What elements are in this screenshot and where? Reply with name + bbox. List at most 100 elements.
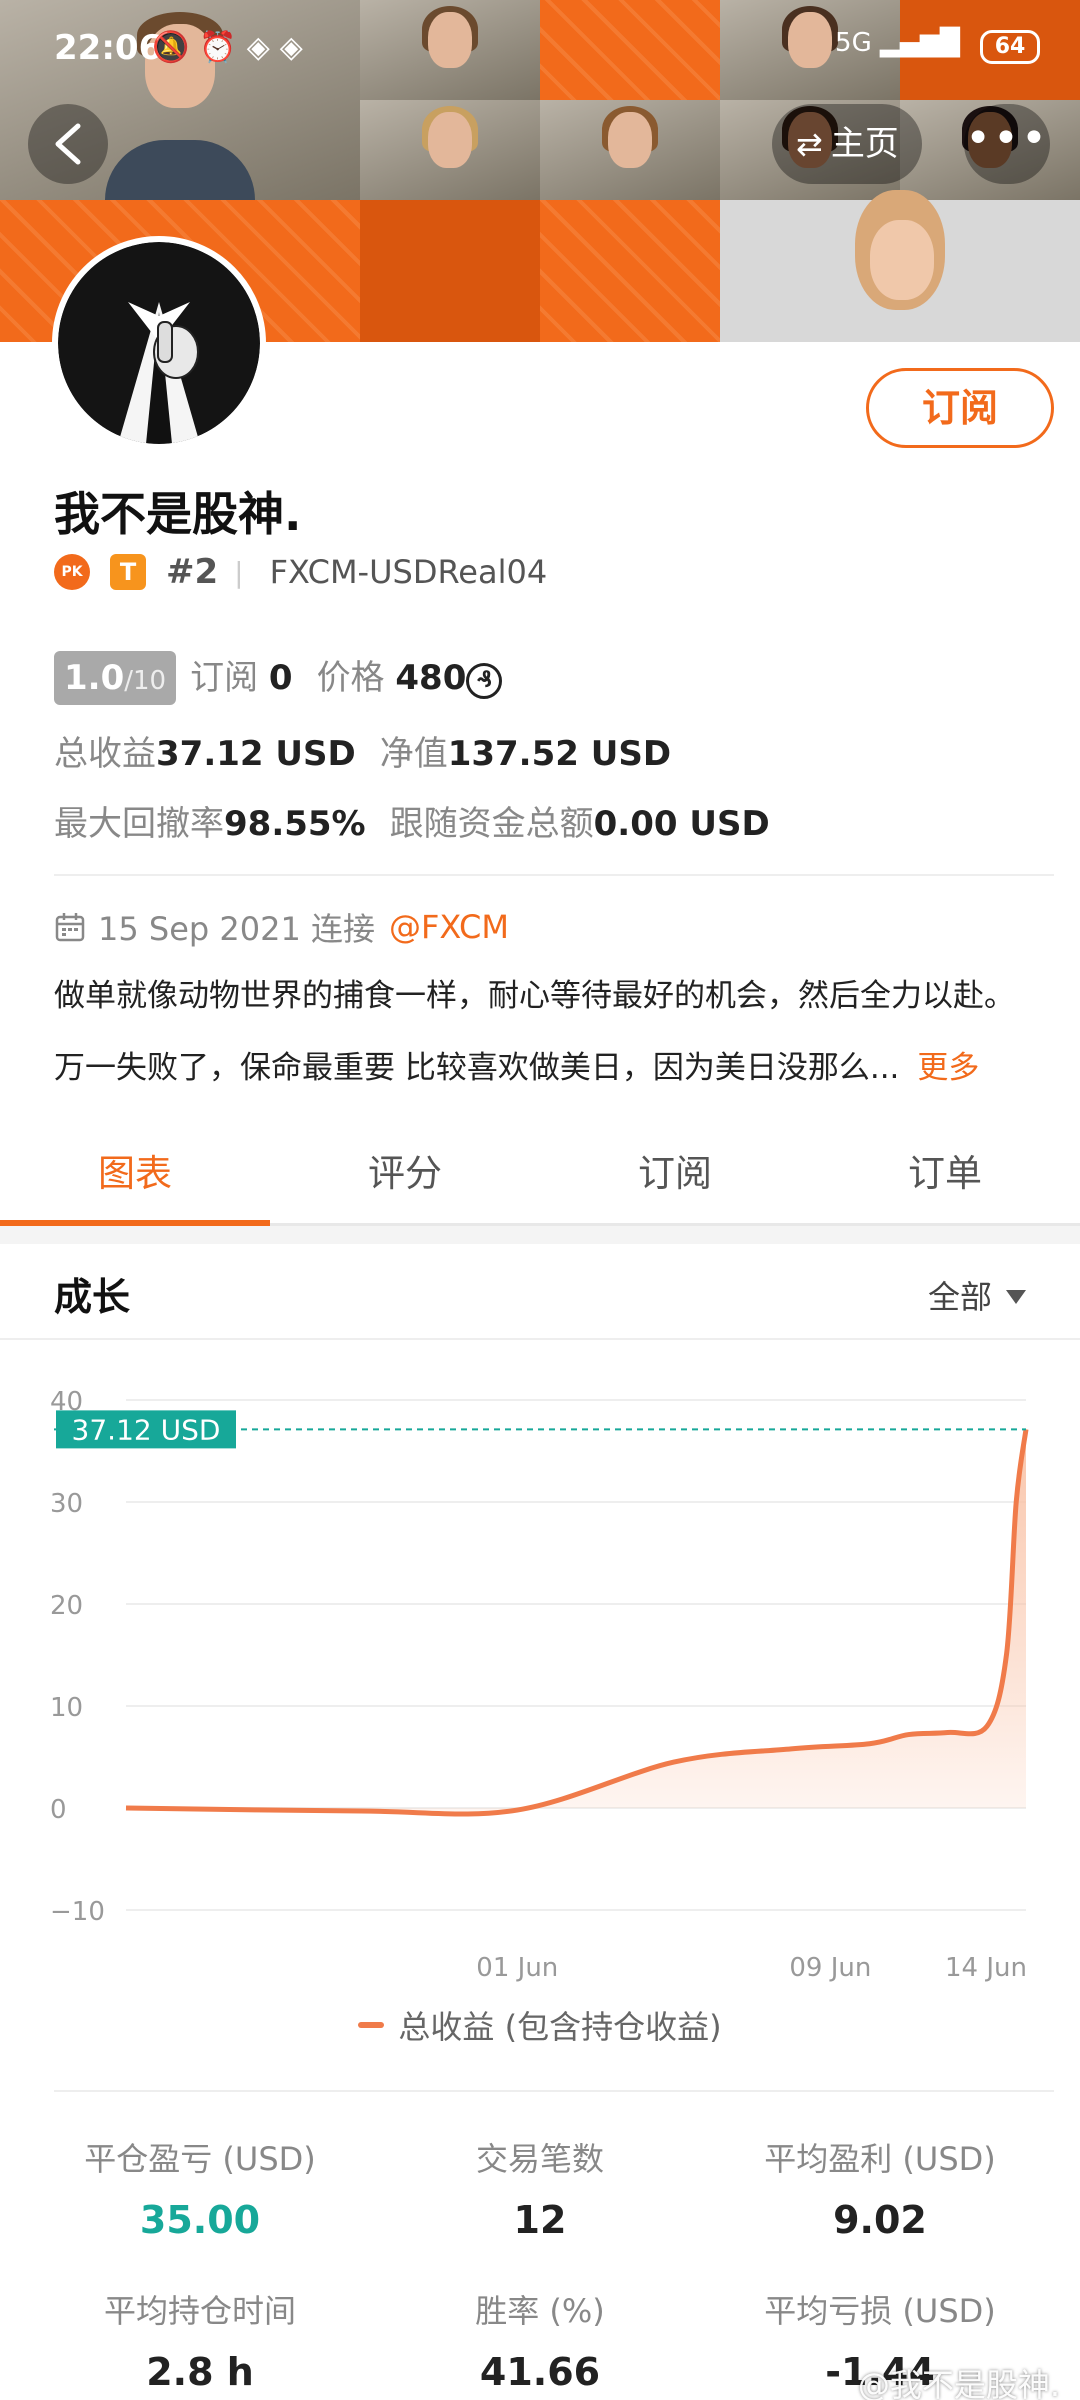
bio-more-link[interactable]: 更多 — [917, 1050, 979, 1086]
bio-line-2: 万一失败了，保命最重要 比较喜欢做美日，因为美日没那么... 更多 — [54, 1046, 1054, 1090]
divider — [54, 2090, 1054, 2092]
signal-icon: 5G ▂▄▆█ — [835, 28, 960, 58]
metric-label: 平均亏损 (USD) — [764, 2292, 996, 2330]
stats-row-3: 最大回撤率98.55% 跟随资金总额0.00 USD — [54, 796, 770, 845]
metric-avg-hold-time: 平均持仓时间 2.8 h — [30, 2286, 370, 2394]
metric-label: 胜率 (%) — [475, 2292, 605, 2330]
tab-bar: 图表 评分 订阅 订单 — [0, 1130, 1080, 1226]
pk-badge-icon[interactable]: PK — [54, 554, 90, 590]
stats-row-2: 总收益37.12 USD 净值137.52 USD — [54, 726, 671, 775]
growth-chart: 40 30 20 10 0 −10 01 Jun 09 Jun 14 Jun 37.12 US… — [0, 1360, 1080, 2000]
drawdown-value: 98.55% — [224, 804, 366, 844]
drawdown-label: 最大回撤率 — [54, 804, 224, 844]
connection-info: 15 Sep 2021 连接 @FXCM — [54, 904, 509, 950]
total-profit-label: 总收益 — [54, 734, 156, 774]
score-max: /10 — [124, 666, 167, 696]
calendar-icon — [55, 913, 85, 942]
range-dropdown[interactable]: 全部 — [928, 1272, 1026, 1318]
chevron-left-icon — [55, 123, 81, 165]
tab-chart[interactable]: 图表 — [0, 1130, 270, 1226]
tab-orders[interactable]: 订单 — [810, 1130, 1080, 1223]
status-time: 22:06 — [54, 28, 163, 68]
profile-badges: PK T #2 | FXCM-USDReal04 — [54, 548, 547, 596]
net-value-value: 137.52 USD — [447, 734, 672, 774]
legend-label: 总收益 (包含持仓收益) — [398, 2008, 722, 2046]
legend-swatch — [358, 2022, 385, 2028]
banner-tile — [360, 200, 540, 342]
status-icons: 🔕⏰◈◈ — [152, 30, 313, 65]
metric-value: 9.02 — [833, 2198, 927, 2242]
chart-svg: 403020100−10 01 Jun 09 Jun 14 Jun 37.12 US… — [50, 1387, 1029, 1983]
caret-down-icon — [1006, 1290, 1026, 1304]
follow-funds-label: 跟随资金总额 — [389, 804, 594, 844]
watermark: @我不是股神. — [857, 2366, 1060, 2400]
more-button[interactable]: ••• — [964, 104, 1050, 184]
y-tick-label: 10 — [50, 1693, 83, 1723]
metric-trade-count: 交易笔数 12 — [370, 2134, 710, 2242]
metric-label: 平均盈利 (USD) — [764, 2140, 996, 2178]
back-button[interactable] — [28, 104, 108, 184]
broker-link[interactable]: @FXCM — [389, 908, 509, 946]
total-profit-value: 37.12 USD — [156, 734, 356, 774]
metric-closed-pnl: 平仓盈亏 (USD) 35.00 — [30, 2134, 370, 2242]
metric-avg-profit: 平均盈利 (USD) 9.02 — [710, 2134, 1050, 2242]
home-button[interactable]: ⇄ 主页 — [772, 104, 922, 184]
stats-row-1: 1.0/10 订阅 0 价格 480 ₰ — [54, 650, 503, 705]
x-tick-label: 09 Jun — [789, 1953, 871, 1983]
price-label: 价格 — [316, 658, 385, 698]
metrics-row-1: 平仓盈亏 (USD) 35.00 交易笔数 12 平均盈利 (USD) 9.02 — [30, 2134, 1050, 2242]
separator: | — [234, 555, 244, 589]
metric-value: 35.00 — [139, 2198, 261, 2242]
metric-label: 平仓盈亏 (USD) — [84, 2140, 316, 2178]
bio-line-1: 做单就像动物世界的捕食一样，耐心等待最好的机会，然后全力以赴。 — [54, 978, 1015, 1014]
t-badge-icon[interactable]: T — [110, 554, 146, 590]
section-spacer — [0, 1226, 1080, 1244]
metric-value: 2.8 h — [146, 2350, 254, 2394]
divider — [54, 874, 1054, 876]
subscribe-count-label: 订阅 — [190, 658, 259, 698]
x-tick-label: 01 Jun — [476, 1953, 558, 1983]
banner-pattern — [540, 200, 720, 342]
range-label: 全部 — [927, 1278, 992, 1316]
chart-area — [126, 1429, 1026, 1815]
score-value: 1.0 — [64, 658, 125, 698]
bio-text: 万一失败了，保命最重要 比较喜欢做美日，因为美日没那么... — [54, 1050, 900, 1086]
y-tick-label: −10 — [50, 1897, 105, 1927]
tab-rating[interactable]: 评分 — [270, 1130, 540, 1223]
status-bar: 22:06 🔕⏰◈◈ 5G ▂▄▆█ 64 — [0, 0, 1080, 96]
swap-icon: ⇄ — [796, 125, 823, 163]
metric-label: 平均持仓时间 — [103, 2292, 296, 2330]
tab-subscribe[interactable]: 订阅 — [540, 1130, 810, 1223]
current-value-label: 37.12 USD — [72, 1413, 221, 1446]
rank-label: #2 — [166, 552, 219, 592]
metric-label: 交易笔数 — [475, 2140, 604, 2178]
x-tick-label: 14 Jun — [945, 1953, 1027, 1983]
y-tick-label: 0 — [50, 1795, 67, 1825]
price-value: 480 — [395, 658, 467, 698]
metric-win-rate: 胜率 (%) 41.66 — [370, 2286, 710, 2394]
score-badge[interactable]: 1.0/10 — [54, 651, 177, 705]
avatar[interactable] — [52, 236, 266, 450]
growth-title: 成长 — [54, 1275, 131, 1319]
avatar-image — [58, 242, 260, 444]
metric-value: 12 — [513, 2198, 567, 2242]
account-label: FXCM-USDReal04 — [269, 553, 548, 591]
battery-icon: 64 — [980, 30, 1040, 64]
coin-icon: ₰ — [466, 663, 503, 699]
connection-date: 15 Sep 2021 连接 — [98, 910, 375, 948]
chart-legend[interactable]: 总收益 (包含持仓收益) — [0, 2002, 1080, 2048]
net-value-label: 净值 — [379, 734, 448, 774]
y-tick-label: 30 — [50, 1489, 83, 1519]
growth-header: 成长 全部 — [0, 1244, 1080, 1340]
metric-value: 41.66 — [479, 2350, 601, 2394]
subscribe-button[interactable]: 订阅 — [866, 368, 1054, 448]
signal-label: 5G — [835, 28, 872, 58]
follow-funds-value: 0.00 USD — [593, 804, 770, 844]
profile-name: 我不是股神. — [54, 487, 302, 541]
banner-photo — [360, 100, 540, 200]
banner-photo — [720, 190, 1080, 342]
subscribe-count-value: 0 — [268, 658, 293, 698]
y-tick-label: 20 — [50, 1591, 83, 1621]
banner-photo — [540, 100, 720, 200]
home-label: 主页 — [830, 124, 899, 164]
